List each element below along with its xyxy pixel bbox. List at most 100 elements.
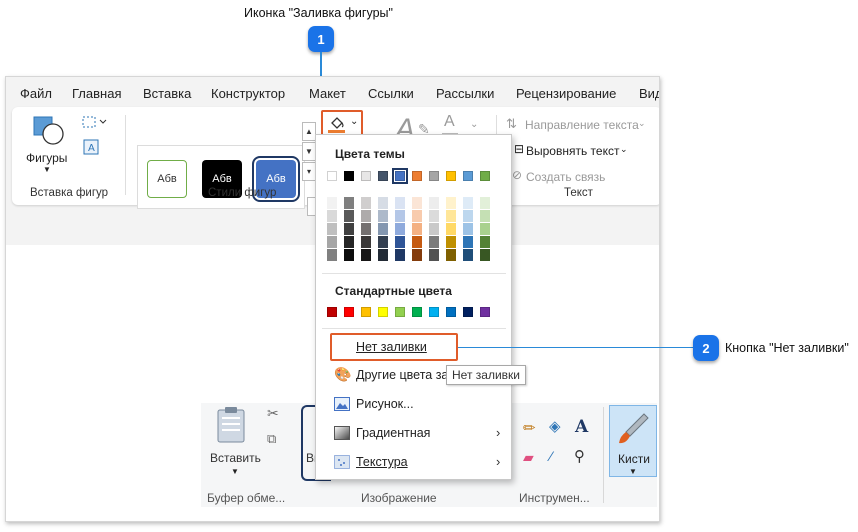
theme-shade-swatch[interactable]: [446, 210, 456, 222]
standard-color-swatch[interactable]: [344, 307, 354, 317]
text-outline-icon[interactable]: ⌄: [470, 119, 478, 130]
menu-references[interactable]: Ссылки: [368, 86, 414, 101]
clipboard-icon[interactable]: [215, 405, 247, 443]
text-box-icon[interactable]: A: [83, 139, 99, 155]
theme-shade-swatch[interactable]: [412, 249, 422, 261]
gallery-scroll-down-button[interactable]: ▼: [302, 142, 316, 161]
theme-shade-swatch[interactable]: [463, 223, 473, 235]
menu-design[interactable]: Конструктор: [211, 86, 285, 101]
theme-shade-swatch[interactable]: [429, 249, 439, 261]
theme-shade-swatch[interactable]: [480, 197, 490, 209]
fill-icon[interactable]: ◈: [549, 417, 561, 435]
menu-home[interactable]: Главная: [72, 86, 121, 101]
edit-shape-icon[interactable]: [80, 115, 110, 129]
theme-color-swatch[interactable]: [344, 171, 354, 181]
theme-shade-swatch[interactable]: [429, 223, 439, 235]
theme-shade-swatch[interactable]: [378, 197, 388, 209]
theme-color-swatch[interactable]: [463, 171, 473, 181]
standard-color-swatch[interactable]: [412, 307, 422, 317]
theme-shade-swatch[interactable]: [344, 197, 354, 209]
theme-shade-swatch[interactable]: [378, 249, 388, 261]
theme-color-swatch[interactable]: [412, 171, 422, 181]
theme-shade-swatch[interactable]: [327, 197, 337, 209]
theme-shade-swatch[interactable]: [344, 210, 354, 222]
theme-shade-swatch[interactable]: [480, 223, 490, 235]
theme-shade-swatch[interactable]: [480, 249, 490, 261]
theme-shade-swatch[interactable]: [395, 197, 405, 209]
standard-color-swatch[interactable]: [480, 307, 490, 317]
gallery-more-button[interactable]: ▾: [302, 162, 316, 181]
theme-shade-swatch[interactable]: [378, 236, 388, 248]
scissors-icon[interactable]: ✂: [267, 405, 279, 422]
text-tool-icon[interactable]: A: [575, 417, 588, 437]
theme-shade-swatch[interactable]: [344, 236, 354, 248]
gradient-fill-item[interactable]: Градиентная ›: [316, 419, 511, 447]
shape-fill-button[interactable]: ⌄: [321, 110, 363, 136]
menu-view[interactable]: Вид: [639, 86, 659, 101]
theme-shade-swatch[interactable]: [395, 223, 405, 235]
shapes-button[interactable]: Фигуры: [26, 151, 67, 165]
theme-shade-swatch[interactable]: [480, 236, 490, 248]
theme-shade-swatch[interactable]: [327, 223, 337, 235]
theme-shade-swatch[interactable]: [395, 236, 405, 248]
magnifier-icon[interactable]: ⚲: [574, 447, 585, 465]
theme-shade-swatch[interactable]: [463, 197, 473, 209]
texture-fill-item[interactable]: Текстура ›: [316, 448, 511, 476]
theme-color-swatch[interactable]: [446, 171, 456, 181]
theme-color-swatch[interactable]: [429, 171, 439, 181]
style-sample-outline[interactable]: Абв: [147, 160, 187, 198]
theme-shade-swatch[interactable]: [327, 210, 337, 222]
theme-shade-swatch[interactable]: [327, 236, 337, 248]
brushes-button[interactable]: Кисти ▼: [609, 405, 657, 477]
theme-shade-swatch[interactable]: [429, 197, 439, 209]
theme-shade-swatch[interactable]: [429, 210, 439, 222]
theme-color-swatch[interactable]: [392, 168, 408, 184]
create-link-button[interactable]: Создать связь: [526, 170, 605, 184]
theme-shade-swatch[interactable]: [327, 249, 337, 261]
text-direction-button[interactable]: Направление текста: [525, 118, 639, 132]
theme-shade-swatch[interactable]: [446, 249, 456, 261]
theme-shade-swatch[interactable]: [395, 210, 405, 222]
theme-shade-swatch[interactable]: [412, 223, 422, 235]
theme-color-swatch[interactable]: [378, 171, 388, 181]
menu-insert[interactable]: Вставка: [143, 86, 191, 101]
more-fill-colors-item[interactable]: 🎨 Другие цвета заливки...: [316, 361, 446, 389]
theme-shade-swatch[interactable]: [344, 223, 354, 235]
standard-color-swatch[interactable]: [327, 307, 337, 317]
theme-shade-swatch[interactable]: [361, 223, 371, 235]
theme-shade-swatch[interactable]: [429, 236, 439, 248]
paste-button[interactable]: Вставить: [210, 451, 261, 465]
theme-shade-swatch[interactable]: [344, 249, 354, 261]
eraser-icon[interactable]: ▰: [523, 449, 534, 466]
theme-shade-swatch[interactable]: [412, 197, 422, 209]
menu-file[interactable]: Файл: [20, 86, 52, 101]
pencil-icon[interactable]: ✏: [523, 419, 536, 437]
picture-fill-item[interactable]: Рисунок...: [316, 390, 511, 418]
theme-shade-swatch[interactable]: [395, 249, 405, 261]
theme-shade-swatch[interactable]: [463, 210, 473, 222]
text-fill-icon[interactable]: A: [444, 113, 455, 131]
standard-color-swatch[interactable]: [378, 307, 388, 317]
theme-shade-swatch[interactable]: [480, 210, 490, 222]
theme-shade-swatch[interactable]: [463, 249, 473, 261]
standard-color-swatch[interactable]: [429, 307, 439, 317]
theme-shade-swatch[interactable]: [378, 223, 388, 235]
theme-shade-swatch[interactable]: [446, 197, 456, 209]
standard-color-swatch[interactable]: [361, 307, 371, 317]
copy-icon[interactable]: ⧉: [267, 431, 276, 447]
standard-color-swatch[interactable]: [463, 307, 473, 317]
theme-shade-swatch[interactable]: [446, 236, 456, 248]
theme-shade-swatch[interactable]: [412, 210, 422, 222]
theme-shade-swatch[interactable]: [361, 210, 371, 222]
theme-shade-swatch[interactable]: [361, 197, 371, 209]
align-text-button[interactable]: Выровнять текст: [526, 144, 619, 158]
gallery-scroll-up-button[interactable]: ▲: [302, 122, 316, 141]
menu-mailings[interactable]: Рассылки: [436, 86, 494, 101]
theme-color-swatch[interactable]: [480, 171, 490, 181]
theme-shade-swatch[interactable]: [412, 236, 422, 248]
menu-review[interactable]: Рецензирование: [516, 86, 616, 101]
theme-color-swatch[interactable]: [361, 171, 371, 181]
theme-shade-swatch[interactable]: [446, 223, 456, 235]
menu-layout[interactable]: Макет: [309, 86, 346, 101]
theme-color-swatch[interactable]: [327, 171, 337, 181]
